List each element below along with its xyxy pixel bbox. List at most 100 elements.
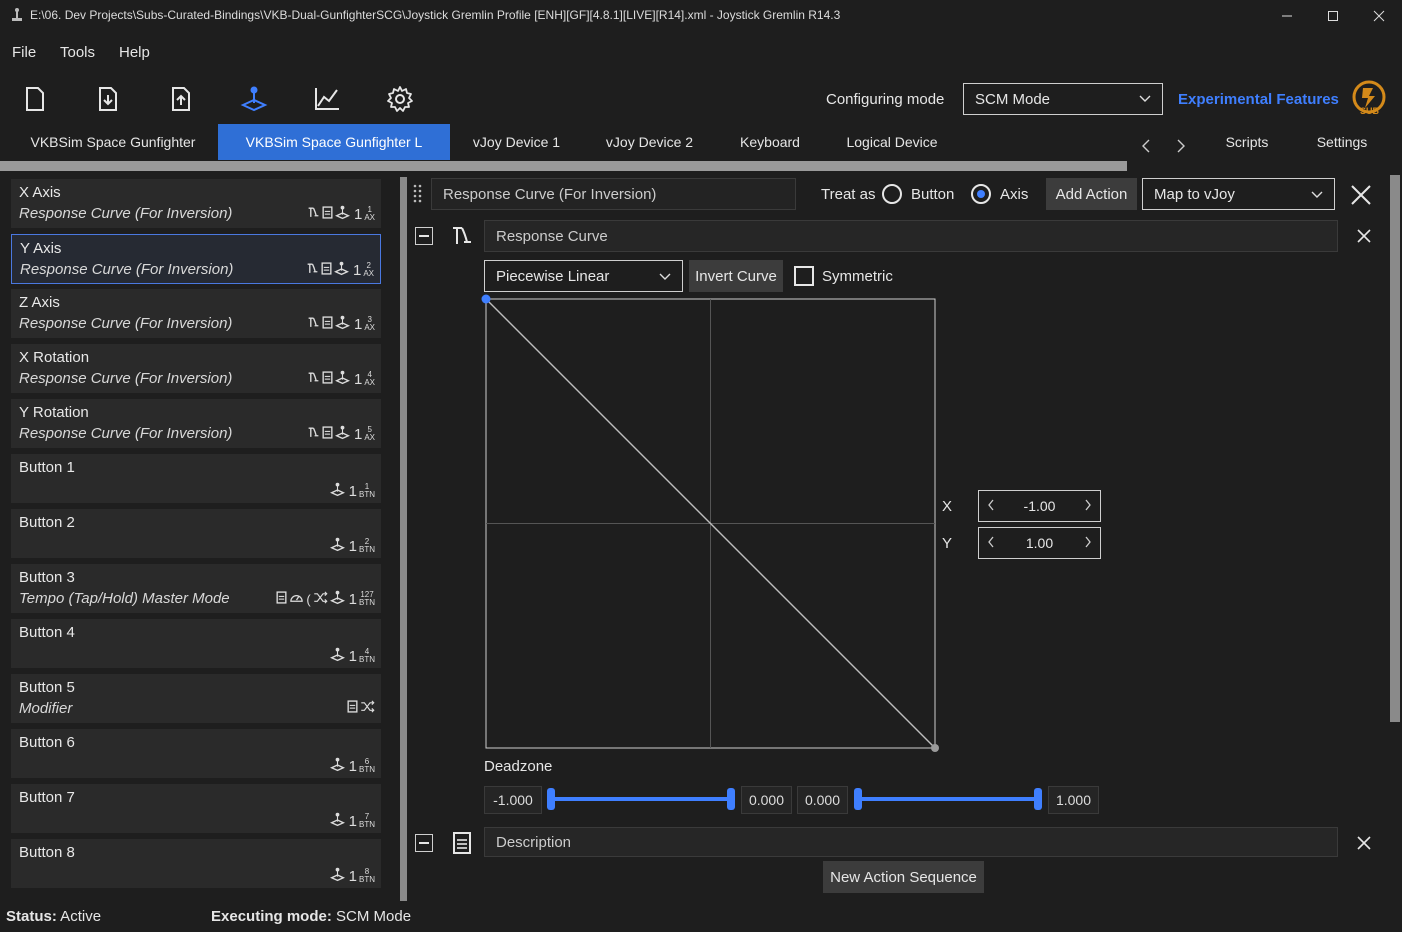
chevron-right-icon[interactable]: [1084, 498, 1092, 514]
joystick-icon: [333, 261, 349, 279]
symmetric-checkbox[interactable]: [794, 266, 814, 286]
experimental-features-link[interactable]: Experimental Features: [1178, 91, 1339, 108]
input-description: Response Curve (For Inversion): [19, 205, 233, 222]
tab-scripts[interactable]: Scripts: [1212, 124, 1282, 160]
input-list-item[interactable]: Button 6 1 6 BTN: [11, 729, 381, 779]
container-title-field[interactable]: Response Curve (For Inversion): [431, 178, 796, 210]
chart-icon[interactable]: [312, 84, 342, 114]
collapse-icon[interactable]: [415, 834, 433, 852]
add-action-button[interactable]: Add Action: [1046, 178, 1137, 210]
import-file-icon[interactable]: [93, 84, 123, 114]
tab-vkb-gunfighter[interactable]: VKBSim Space Gunfighter: [8, 124, 218, 160]
vjoy-count: 1: [353, 370, 363, 388]
remove-container-icon[interactable]: [1350, 184, 1372, 210]
deadzone-slider-low-track[interactable]: [551, 797, 732, 801]
response-curve-icon: [307, 371, 320, 387]
input-list-item[interactable]: Button 2 1 2 BTN: [11, 509, 381, 559]
input-list-item[interactable]: Button 8 1 8 BTN: [11, 839, 381, 889]
app-icon: [10, 7, 24, 27]
joystick-icon: [329, 867, 345, 885]
joystick-icon: [329, 812, 345, 830]
input-list-item[interactable]: X Axis Response Curve (For Inversion) 1 1 AX: [11, 179, 381, 229]
tab-vjoy-2[interactable]: vJoy Device 2: [592, 124, 707, 160]
input-list-item[interactable]: Button 1 1 1 BTN: [11, 454, 381, 504]
deadzone-slider-low-handle-a[interactable]: [547, 788, 555, 810]
vjoy-count: 1: [348, 867, 357, 885]
editor-scrollbar[interactable]: [1390, 175, 1400, 722]
tab-vkb-gunfighter-l[interactable]: VKBSim Space Gunfighter L: [218, 124, 450, 160]
tab-vjoy-1[interactable]: vJoy Device 1: [460, 124, 573, 160]
joystick-icon: [329, 537, 345, 555]
action-title-field[interactable]: Response Curve: [484, 220, 1338, 252]
input-list-item[interactable]: Button 3 Tempo (Tap/Hold) Master Mode (1 12…: [11, 564, 381, 614]
input-action-icons: 1 5 AX: [307, 425, 375, 443]
invert-curve-button[interactable]: Invert Curve: [689, 260, 783, 292]
input-name: Button 3: [19, 569, 75, 586]
deadzone-high-max[interactable]: 1.000: [1048, 786, 1099, 814]
description-icon: [276, 591, 287, 607]
tab-next-icon[interactable]: [1175, 138, 1187, 158]
response-curve-icon: [307, 426, 320, 442]
deadzone-slider-high-handle-a[interactable]: [854, 788, 862, 810]
tab-settings[interactable]: Settings: [1307, 124, 1377, 160]
curve-plot[interactable]: [480, 293, 942, 755]
input-list-item[interactable]: Button 4 1 4 BTN: [11, 619, 381, 669]
action-type-select[interactable]: Map to vJoy: [1142, 178, 1335, 210]
vjoy-count: 1: [352, 261, 362, 279]
y-value-spinbox[interactable]: 1.00: [978, 527, 1101, 559]
close-window-button[interactable]: [1356, 0, 1402, 32]
description-icon: [452, 831, 472, 859]
deadzone-high-min[interactable]: 0.000: [797, 786, 848, 814]
curve-type-select[interactable]: Piecewise Linear: [484, 260, 683, 292]
deadzone-label: Deadzone: [484, 758, 553, 775]
new-action-sequence-button[interactable]: New Action Sequence: [823, 861, 984, 893]
tab-prev-icon[interactable]: [1140, 138, 1152, 158]
response-curve-icon: [307, 316, 320, 332]
tab-scrollbar[interactable]: [0, 161, 1127, 171]
joystick-icon[interactable]: [239, 84, 269, 114]
radio-axis-option[interactable]: [971, 184, 991, 204]
input-list-item[interactable]: Y Rotation Response Curve (For Inversion)…: [11, 399, 381, 449]
radio-button-option[interactable]: [882, 184, 902, 204]
input-list-item[interactable]: Y Axis Response Curve (For Inversion) 1 2 AX: [11, 234, 381, 284]
chevron-left-icon[interactable]: [987, 498, 995, 514]
input-list-scrollbar[interactable]: [400, 177, 407, 901]
x-value-spinbox[interactable]: -1.00: [978, 490, 1101, 522]
new-file-icon[interactable]: [20, 84, 50, 114]
input-list-item[interactable]: Button 5 Modifier: [11, 674, 381, 724]
control-point[interactable]: [931, 744, 939, 752]
minimize-button[interactable]: [1264, 0, 1310, 32]
gear-icon[interactable]: [385, 84, 415, 114]
mode-select[interactable]: SCM Mode: [963, 83, 1163, 115]
radio-button-label: Button: [911, 186, 955, 203]
input-list-item[interactable]: Button 7 1 7 BTN: [11, 784, 381, 834]
export-file-icon[interactable]: [166, 84, 196, 114]
tab-keyboard[interactable]: Keyboard: [730, 124, 810, 160]
input-list-item[interactable]: X Rotation Response Curve (For Inversion)…: [11, 344, 381, 394]
tab-logical-device[interactable]: Logical Device: [836, 124, 948, 160]
deadzone-slider-high-handle-b[interactable]: [1034, 788, 1042, 810]
collapse-icon[interactable]: [415, 227, 433, 245]
drag-handle-icon[interactable]: [413, 184, 423, 208]
menu-file[interactable]: File: [12, 44, 36, 61]
deadzone-slider-high-track[interactable]: [858, 797, 1039, 801]
vjoy-count: 1: [348, 757, 357, 775]
vjoy-target: 5 AX: [364, 425, 375, 442]
control-point-selected[interactable]: [481, 294, 491, 304]
window-title: E:\06. Dev Projects\Subs-Curated-Binding…: [30, 8, 841, 22]
status-label: Status:: [6, 908, 57, 925]
chevron-right-icon[interactable]: [1084, 535, 1092, 551]
input-list-item[interactable]: Z Axis Response Curve (For Inversion) 1 3 AX: [11, 289, 381, 339]
deadzone-low-min[interactable]: -1.000: [484, 786, 542, 814]
remove-action-icon[interactable]: [1356, 228, 1372, 248]
maximize-button[interactable]: [1310, 0, 1356, 32]
chevron-left-icon[interactable]: [987, 535, 995, 551]
description-title-field[interactable]: Description: [484, 827, 1338, 857]
deadzone-slider-low-handle-b[interactable]: [727, 788, 735, 810]
menu-help[interactable]: Help: [119, 44, 150, 61]
menu-tools[interactable]: Tools: [60, 44, 95, 61]
deadzone-low-max[interactable]: 0.000: [741, 786, 792, 814]
response-curve-icon: [450, 224, 474, 252]
status-bar: Status: Active: [6, 908, 101, 925]
remove-description-icon[interactable]: [1356, 835, 1372, 855]
